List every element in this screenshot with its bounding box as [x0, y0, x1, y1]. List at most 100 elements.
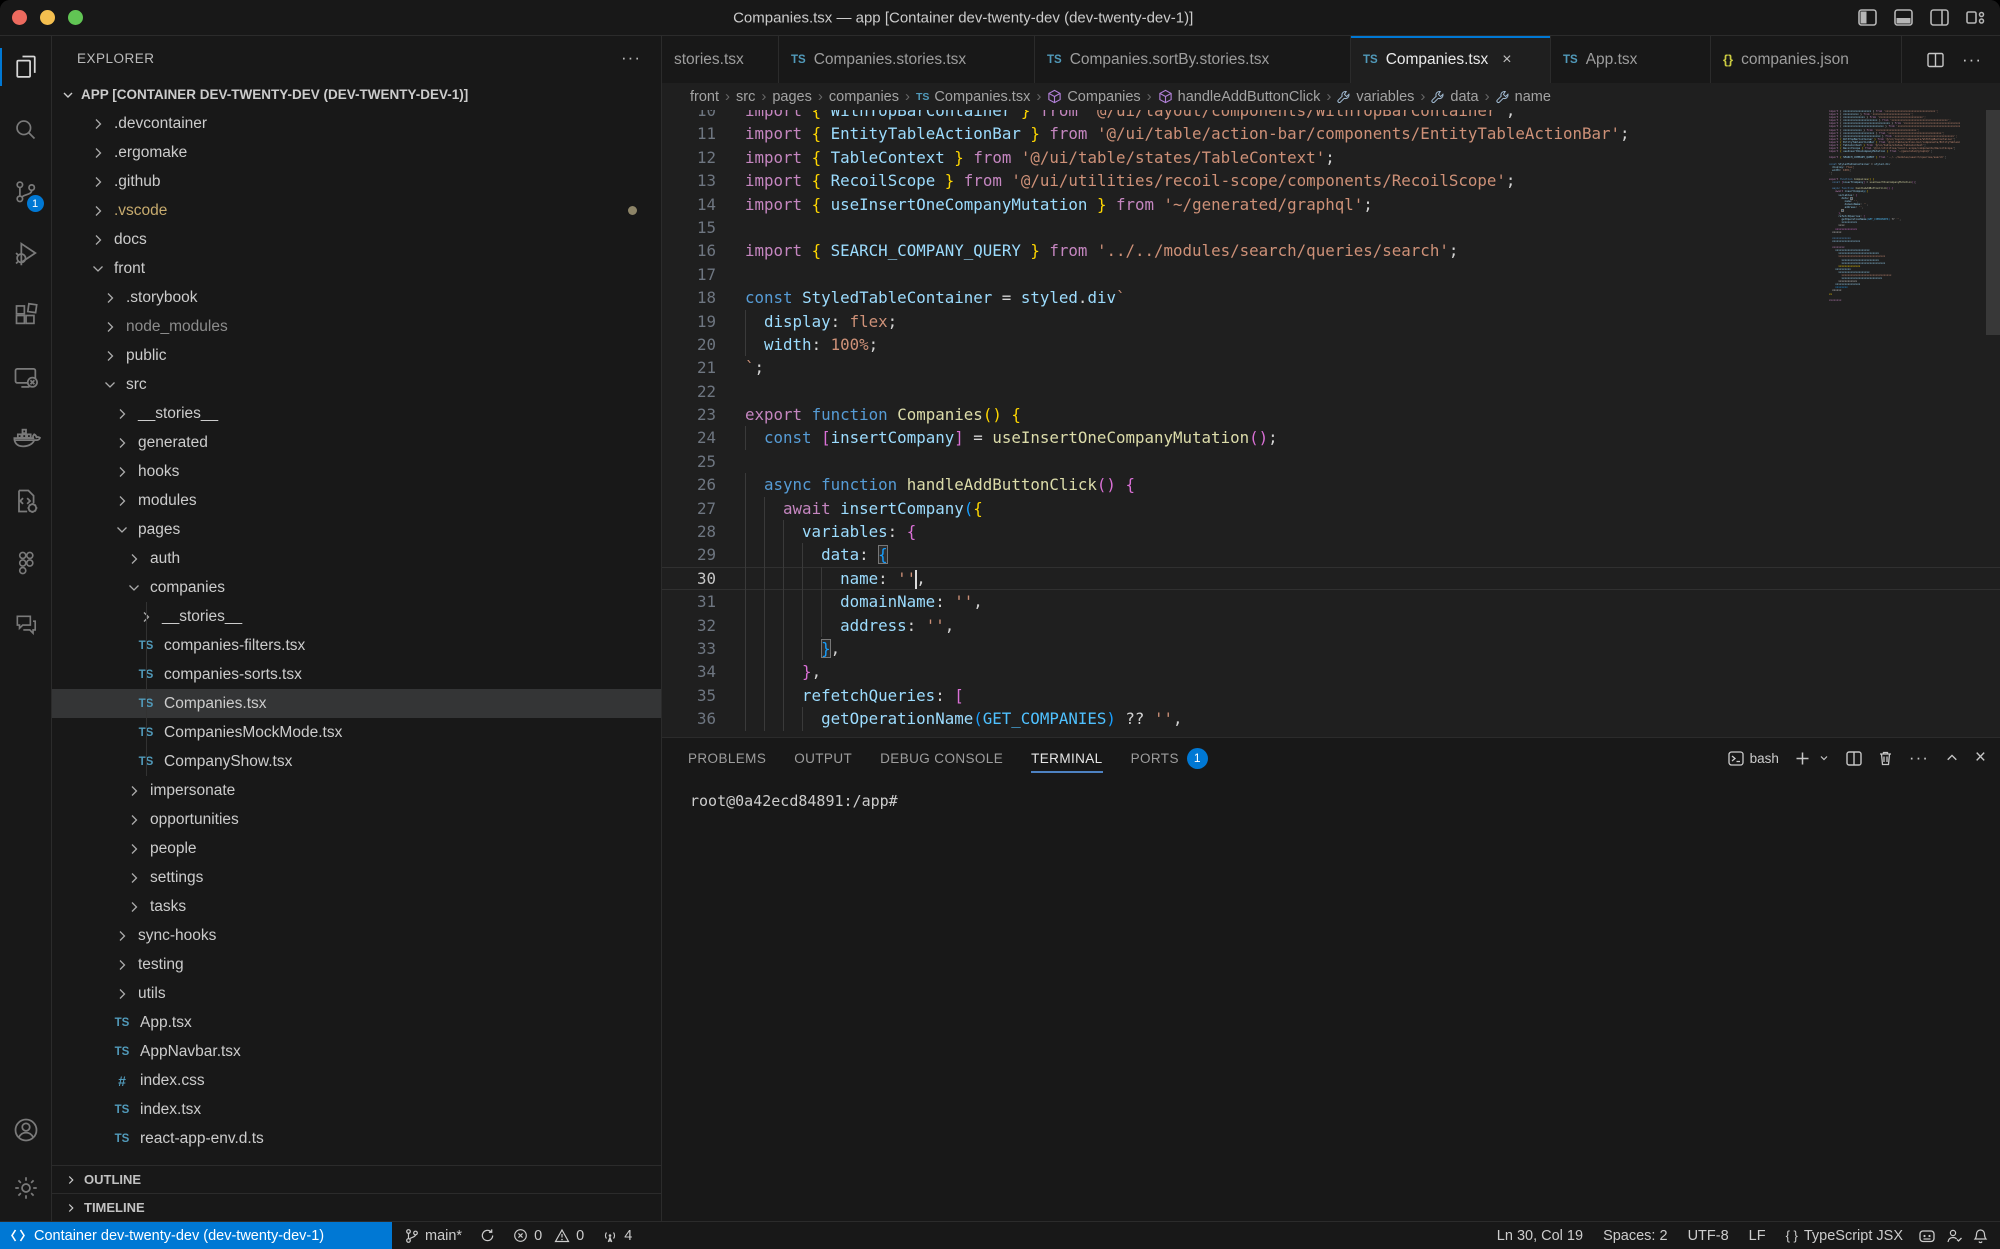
git-branch-status[interactable]: main* [400, 1228, 467, 1244]
feedback-icon[interactable] [1946, 1228, 1963, 1244]
tree-item-modules[interactable]: modules [52, 486, 661, 515]
panel-tab-debug-console[interactable]: DEBUG CONSOLE [880, 738, 1003, 778]
tree-item-__stories__[interactable]: __stories__ [52, 602, 661, 631]
activity-bar-item-accounts[interactable] [0, 1101, 52, 1159]
activity-bar-item-figma[interactable] [0, 532, 52, 594]
tree-item-__stories__[interactable]: __stories__ [52, 399, 661, 428]
breadcrumb-item-handleAddButtonClick[interactable]: handleAddButtonClick [1158, 89, 1321, 105]
breadcrumb-item-Companies[interactable]: Companies [1047, 89, 1140, 105]
tree-item-App.tsx[interactable]: TSApp.tsx [52, 1008, 661, 1037]
forwarded-ports-status[interactable]: 4 [597, 1228, 637, 1244]
code-line-18[interactable]: 18const StyledTableContainer = styled.di… [662, 286, 2000, 309]
code-line-22[interactable]: 22 [662, 380, 2000, 403]
activity-bar-item-remote-explorer[interactable] [0, 346, 52, 408]
maximize-window-button[interactable] [68, 10, 83, 25]
panel-tab-terminal[interactable]: TERMINAL [1031, 738, 1102, 778]
breadcrumb-item-data[interactable]: data [1431, 89, 1478, 105]
tree-item-src[interactable]: src [52, 370, 661, 399]
breadcrumb-item-pages[interactable]: pages [772, 89, 812, 105]
tree-item-testing[interactable]: testing [52, 950, 661, 979]
editor-scrollbar[interactable] [1986, 110, 2000, 737]
tree-item-index.tsx[interactable]: TSindex.tsx [52, 1095, 661, 1124]
tree-item-front[interactable]: front [52, 254, 661, 283]
tree-item-.vscode[interactable]: .vscode [52, 196, 661, 225]
minimize-window-button[interactable] [40, 10, 55, 25]
tree-item-.github[interactable]: .github [52, 167, 661, 196]
tree-item-generated[interactable]: generated [52, 428, 661, 457]
code-line-19[interactable]: 19display: flex; [662, 310, 2000, 333]
tree-item-.devcontainer[interactable]: .devcontainer [52, 109, 661, 138]
toggle-panel-icon[interactable] [1894, 9, 1913, 26]
code-line-34[interactable]: 34}, [662, 660, 2000, 683]
code-line-27[interactable]: 27await insertCompany({ [662, 497, 2000, 520]
terminal-dropdown-icon[interactable] [1818, 752, 1830, 764]
code-line-29[interactable]: 29data: { [662, 543, 2000, 566]
tree-item-.ergomake[interactable]: .ergomake [52, 138, 661, 167]
panel-tab-problems[interactable]: PROBLEMS [688, 738, 766, 778]
code-line-24[interactable]: 24const [insertCompany] = useInsertOneCo… [662, 426, 2000, 449]
code-line-21[interactable]: 21`; [662, 356, 2000, 379]
customize-layout-icon[interactable] [1966, 9, 1986, 26]
breadcrumb-item-companies[interactable]: companies [829, 89, 899, 105]
tree-item-Companies.tsx[interactable]: TSCompanies.tsx [52, 689, 661, 718]
tree-item-companies-sorts.tsx[interactable]: TScompanies-sorts.tsx [52, 660, 661, 689]
terminal-shell-label[interactable]: bash [1728, 751, 1779, 766]
tree-item-public[interactable]: public [52, 341, 661, 370]
code-line-13[interactable]: 13import { RecoilScope } from '@/ui/util… [662, 169, 2000, 192]
maximize-panel-icon[interactable] [1945, 752, 1959, 764]
split-terminal-icon[interactable] [1846, 751, 1862, 766]
timeline-section[interactable]: TIMELINE [52, 1193, 661, 1221]
activity-bar-item-docker[interactable] [0, 408, 52, 470]
workspace-section-header[interactable]: APP [CONTAINER DEV-TWENTY-DEV (DEV-TWENT… [52, 80, 661, 109]
breadcrumb-item-src[interactable]: src [736, 89, 755, 105]
activity-bar-item-settings[interactable] [0, 1159, 52, 1217]
code-line-35[interactable]: 35refetchQueries: [ [662, 684, 2000, 707]
terminal-output[interactable]: root@0a42ecd84891:/app# [662, 778, 2000, 1221]
activity-bar-item-search[interactable] [0, 98, 52, 160]
editor-more-actions-icon[interactable]: ··· [1962, 50, 1982, 70]
notifications-bell-icon[interactable] [1973, 1228, 1988, 1244]
tree-item-people[interactable]: people [52, 834, 661, 863]
toggle-sidebar-icon[interactable] [1858, 9, 1877, 26]
code-line-32[interactable]: 32address: '', [662, 614, 2000, 637]
panel-more-actions-icon[interactable]: ··· [1909, 748, 1929, 768]
code-line-30[interactable]: 30name: '', [662, 567, 2000, 590]
code-line-12[interactable]: 12import { TableContext } from '@/ui/tab… [662, 146, 2000, 169]
sync-changes-button[interactable] [475, 1228, 500, 1243]
activity-bar-item-extensions[interactable] [0, 284, 52, 346]
tree-item-impersonate[interactable]: impersonate [52, 776, 661, 805]
explorer-actions-icon[interactable]: ··· [621, 48, 641, 68]
editor-tab-App.tsx[interactable]: TSApp.tsx [1551, 36, 1711, 83]
split-editor-icon[interactable] [1927, 52, 1944, 68]
close-window-button[interactable] [12, 10, 27, 25]
tree-item-auth[interactable]: auth [52, 544, 661, 573]
tree-item-companies[interactable]: companies [52, 573, 661, 602]
code-line-15[interactable]: 15 [662, 216, 2000, 239]
code-line-10[interactable]: 10import { WithTopBarContainer } from '@… [662, 110, 2000, 122]
activity-bar-item-comments[interactable] [0, 594, 52, 656]
tree-item-node_modules[interactable]: node_modules [52, 312, 661, 341]
remote-indicator[interactable]: Container dev-twenty-dev (dev-twenty-dev… [0, 1222, 392, 1249]
editor-tab-companies.json[interactable]: {}companies.json [1711, 36, 1902, 83]
editor-tab-Companies.stories.tsx[interactable]: TSCompanies.stories.tsx [779, 36, 1035, 83]
indentation-status[interactable]: Spaces: 2 [1598, 1228, 1673, 1244]
problems-status[interactable]: 0 0 [508, 1228, 589, 1244]
tree-item-hooks[interactable]: hooks [52, 457, 661, 486]
language-mode-status[interactable]: { } TypeScript JSX [1781, 1228, 1908, 1244]
editor-tab-Companies.tsx[interactable]: TSCompanies.tsx× [1351, 36, 1551, 83]
code-line-11[interactable]: 11import { EntityTableActionBar } from '… [662, 122, 2000, 145]
activity-bar-item-source-control[interactable]: 1 [0, 160, 52, 222]
activity-bar-item-explorer[interactable] [0, 36, 52, 98]
code-line-14[interactable]: 14import { useInsertOneCompanyMutation }… [662, 193, 2000, 216]
tree-item-opportunities[interactable]: opportunities [52, 805, 661, 834]
tree-item-react-app-env.d.ts[interactable]: TSreact-app-env.d.ts [52, 1124, 661, 1153]
breadcrumb-item-variables[interactable]: variables [1337, 89, 1414, 105]
tree-item-CompaniesMockMode.tsx[interactable]: TSCompaniesMockMode.tsx [52, 718, 661, 747]
breadcrumb-item-Companies.tsx[interactable]: TSCompanies.tsx [916, 89, 1030, 105]
breadcrumb-item-front[interactable]: front [690, 89, 719, 105]
tree-item-pages[interactable]: pages [52, 515, 661, 544]
activity-bar-item-dev-container[interactable] [0, 470, 52, 532]
outline-section[interactable]: OUTLINE [52, 1165, 661, 1193]
toggle-secondary-sidebar-icon[interactable] [1930, 9, 1949, 26]
panel-tab-ports[interactable]: PORTS1 [1131, 738, 1208, 778]
